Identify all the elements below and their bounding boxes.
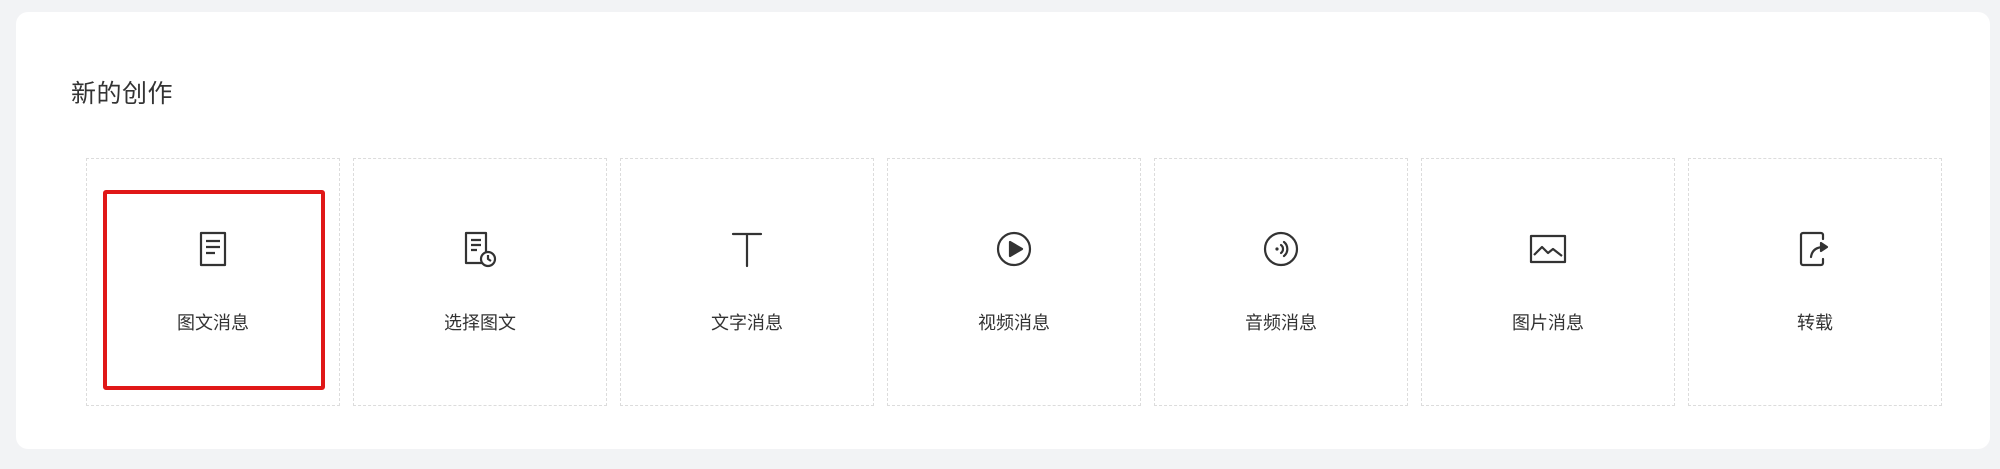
card-label: 图片消息 xyxy=(1512,313,1584,334)
card-select-article[interactable]: 选择图文 xyxy=(353,158,607,406)
card-label: 转载 xyxy=(1797,313,1833,334)
card-label: 文字消息 xyxy=(711,313,783,334)
card-repost[interactable]: 转载 xyxy=(1688,158,1942,406)
image-icon xyxy=(1528,229,1568,269)
card-label: 图文消息 xyxy=(177,313,249,334)
creation-options-grid: 图文消息 选择图文 文字消息 视频消息 音频消息 图片消息 转载 xyxy=(86,158,1942,406)
video-icon xyxy=(994,229,1034,269)
card-video-message[interactable]: 视频消息 xyxy=(887,158,1141,406)
text-icon xyxy=(727,229,767,269)
card-label: 音频消息 xyxy=(1245,313,1317,334)
card-audio-message[interactable]: 音频消息 xyxy=(1154,158,1408,406)
audio-icon xyxy=(1261,229,1301,269)
creation-panel: 新的创作 图文消息 选择图文 文字消息 视频消息 音频消息 图片消息 转载 xyxy=(16,12,1990,449)
repost-icon xyxy=(1795,229,1835,269)
card-label: 选择图文 xyxy=(444,313,516,334)
card-article-message[interactable]: 图文消息 xyxy=(86,158,340,406)
section-title: 新的创作 xyxy=(71,79,174,108)
card-image-message[interactable]: 图片消息 xyxy=(1421,158,1675,406)
card-text-message[interactable]: 文字消息 xyxy=(620,158,874,406)
select-article-icon xyxy=(460,229,500,269)
card-label: 视频消息 xyxy=(978,313,1050,334)
article-icon xyxy=(193,229,233,269)
